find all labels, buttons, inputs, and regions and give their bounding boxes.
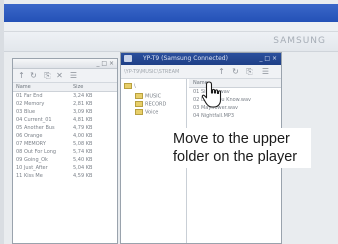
app-title-bar [4,4,338,22]
player-pane-title-bar: YP-T9 (Samsung Connected) _ □ × [121,53,281,65]
folder-icon [124,83,132,89]
delete-icon[interactable]: ✕ [55,71,64,80]
pc-file-pane: _ □ × ↑ ↻ ⎘ ✕ ☰ Name Size 01 Far End 3,24… [12,58,118,244]
instruction-callout: Move to the upper folder on the player [171,128,311,168]
tree-item-root[interactable]: \ [124,83,136,90]
up-folder-icon[interactable]: ↑ [17,71,26,80]
player-pane-title: YP-T9 (Samsung Connected) [143,55,228,62]
file-row[interactable]: 10 Just_After 5,04 KB [13,164,117,172]
player-path: \YP-T9\MUSIC\STREAM [124,69,180,75]
pc-pane-title-bar: _ □ × [13,59,117,69]
pc-file-list: 01 Far End 3,24 KB 02 Memory 2,81 KB 03 Bl… [13,92,117,180]
up-folder-icon[interactable]: ↑ [217,67,226,76]
column-size-header[interactable]: Size [73,84,83,90]
folder-icon [135,93,143,99]
view-menu-icon[interactable]: ☰ [261,67,270,76]
main-toolbar: SAMSUNG [4,32,338,52]
file-row[interactable]: 04 Nightfall.MP3 [189,112,281,120]
menu-bar [4,22,338,32]
refresh-icon[interactable]: ↻ [29,71,38,80]
file-row[interactable]: 04 Current_01 4,81 KB [13,116,117,124]
tree-item-voice[interactable]: Voice [135,109,158,116]
file-row[interactable]: 02 Memory 2,81 KB [13,100,117,108]
player-device-icon [124,55,132,62]
file-row[interactable]: 07 MEMORY 5,08 KB [13,140,117,148]
window-buttons[interactable]: _ □ × [259,55,277,62]
file-row[interactable]: 11 Kiss Me 4,59 KB [13,172,117,180]
copy-icon[interactable]: ⎘ [245,67,254,76]
copy-icon[interactable]: ⎘ [43,71,52,80]
file-row[interactable]: 08 Out For Long 5,74 KB [13,148,117,156]
brand-logo: SAMSUNG [273,36,326,46]
refresh-icon[interactable]: ↻ [231,67,240,76]
file-row[interactable]: 06 Orange 4,00 KB [13,132,117,140]
folder-icon [135,101,143,107]
window-buttons[interactable]: _ □ × [96,60,114,67]
callout-line-1: Move to the upper [173,131,290,147]
tree-item-music[interactable]: MUSIC [135,93,161,100]
tree-item-record[interactable]: RECORD [135,101,166,108]
column-name-header[interactable]: Name [16,84,31,90]
callout-line-2: folder on the player [173,149,298,165]
file-row[interactable]: 09 Going_Ok 5,40 KB [13,156,117,164]
hand-pointer-icon [201,81,222,108]
folder-icon [135,109,143,115]
pc-pane-toolbar: ↑ ↻ ⎘ ✕ ☰ [13,69,117,83]
player-address-bar: \YP-T9\MUSIC\STREAM ↑ ↻ ⎘ ☰ [121,65,281,79]
file-row[interactable]: 01 Far End 3,24 KB [13,92,117,100]
view-menu-icon[interactable]: ☰ [69,71,78,80]
file-row[interactable]: 05 Another Bus 4,79 KB [13,124,117,132]
pc-column-headers: Name Size [13,83,117,92]
file-row[interactable]: 03 Blue 3,09 KB [13,108,117,116]
